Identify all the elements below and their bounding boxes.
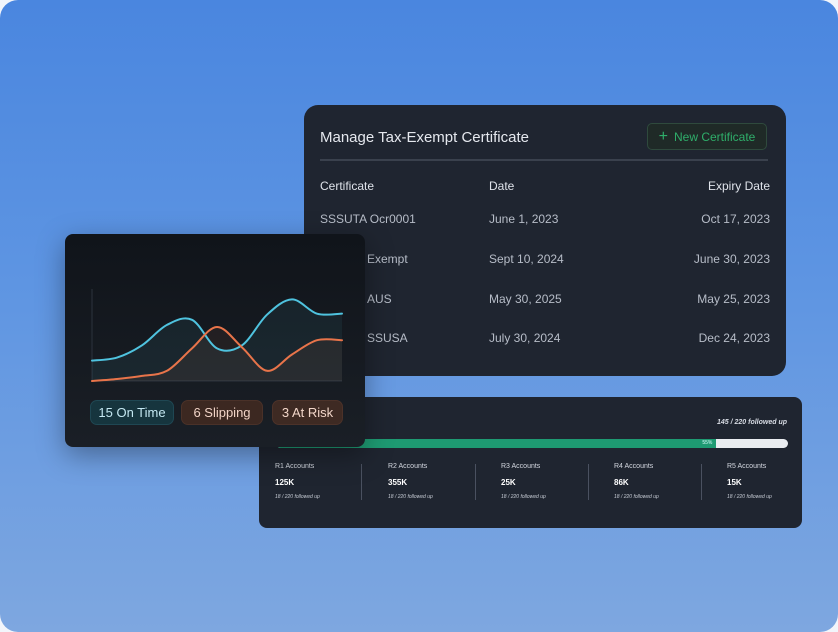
account-r5[interactable]: R5 Accounts 15K 18 / 220 followed up (727, 463, 837, 500)
account-r2[interactable]: R2 Accounts 355K 18 / 220 followed up (388, 463, 498, 500)
new-certificate-button[interactable]: + New Certificate (647, 123, 767, 150)
account-name: R5 Accounts (727, 463, 767, 470)
certificate-divider (320, 159, 768, 161)
account-r3[interactable]: R3 Accounts 25K 18 / 220 followed up (501, 463, 611, 500)
at-risk-chip[interactable]: 3 At Risk (272, 400, 343, 425)
account-subtext: 18 / 220 followed up (727, 494, 772, 500)
row-3-date: May 30, 2025 (489, 292, 562, 306)
status-line-chart (91, 289, 343, 382)
account-name: R1 Accounts (275, 463, 315, 470)
account-separator (361, 464, 362, 500)
row-4-certificate[interactable]: SSUSA (367, 331, 408, 345)
account-value: 15K (727, 478, 742, 487)
account-subtext: 18 / 220 followed up (275, 494, 320, 500)
status-chart-card: 15 On Time 6 Slipping 3 At Risk (65, 234, 365, 447)
tax-exempt-certificate-card: Manage Tax-Exempt Certificate + New Cert… (304, 105, 786, 376)
row-3-certificate[interactable]: AUS (367, 292, 392, 306)
row-1-date: June 1, 2023 (489, 212, 559, 226)
account-subtext: 18 / 220 followed up (614, 494, 659, 500)
account-separator (701, 464, 702, 500)
followup-summary: 145 / 220 followed up (716, 419, 787, 426)
account-value: 125K (275, 478, 295, 487)
row-2-date: Sept 10, 2024 (489, 252, 564, 266)
account-subtext: 18 / 220 followed up (388, 494, 433, 500)
account-name: R3 Accounts (501, 463, 541, 470)
account-value: 86K (614, 478, 629, 487)
account-name: R4 Accounts (614, 463, 654, 470)
row-4-expiry: Dec 24, 2023 (698, 331, 770, 345)
followup-percent-label: 55% (702, 440, 713, 446)
account-name: R2 Accounts (388, 463, 428, 470)
column-header-certificate: Certificate (320, 179, 375, 193)
plus-icon: + (658, 127, 668, 145)
new-certificate-label: New Certificate (673, 129, 756, 144)
account-separator (475, 464, 476, 500)
row-2-certificate[interactable]: Exempt (367, 252, 408, 266)
row-2-expiry: June 30, 2023 (693, 252, 770, 266)
account-r4[interactable]: R4 Accounts 86K 18 / 220 followed up (614, 463, 724, 500)
account-value: 25K (501, 478, 516, 487)
column-header-date: Date (489, 179, 515, 193)
account-value: 355K (388, 478, 408, 487)
row-4-date: July 30, 2024 (489, 331, 561, 345)
column-header-expiry: Expiry Date (707, 179, 770, 193)
certificate-card-title: Manage Tax-Exempt Certificate (320, 129, 529, 146)
slipping-chip[interactable]: 6 Slipping (181, 400, 263, 425)
background-stage: Manage Tax-Exempt Certificate + New Cert… (0, 0, 838, 632)
account-r1[interactable]: R1 Accounts 125K 18 / 220 followed up (275, 463, 385, 500)
on-time-chip[interactable]: 15 On Time (90, 400, 174, 425)
row-1-certificate[interactable]: SSSUTA Ocr0001 (320, 212, 416, 226)
account-separator (588, 464, 589, 500)
row-1-expiry: Oct 17, 2023 (701, 212, 770, 226)
account-subtext: 18 / 220 followed up (501, 494, 546, 500)
row-3-expiry: May 25, 2023 (697, 292, 770, 306)
